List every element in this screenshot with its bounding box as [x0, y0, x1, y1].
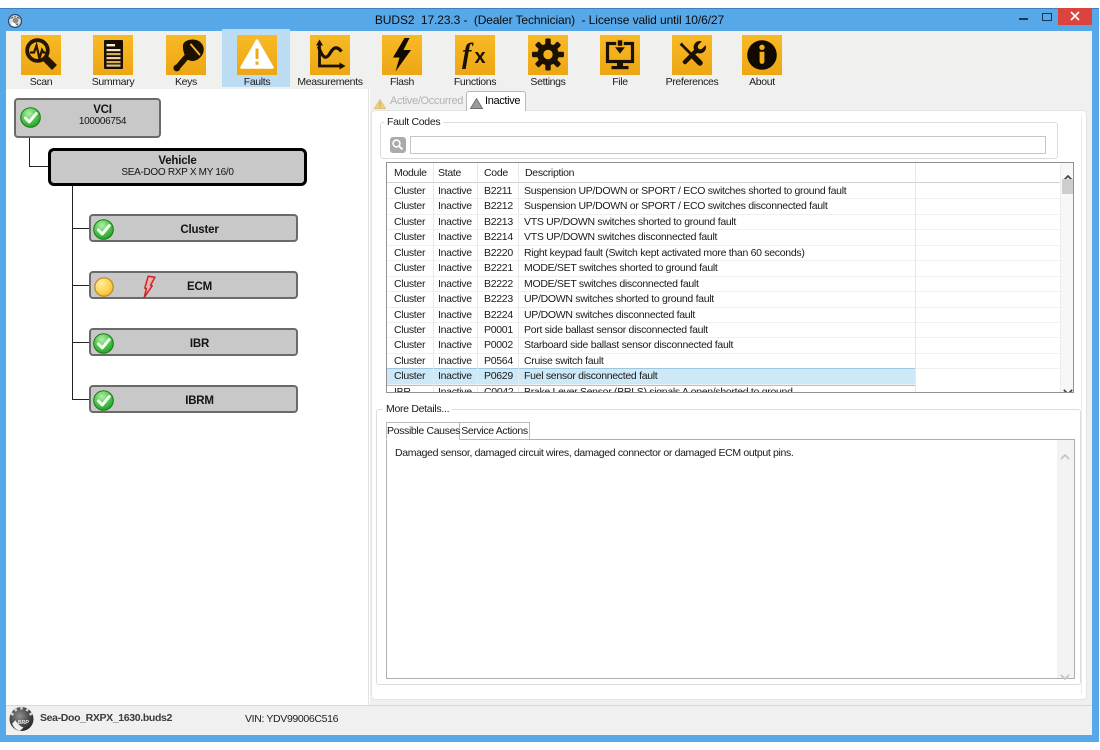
svg-text:BRP: BRP [18, 720, 30, 726]
svg-text:x: x [475, 46, 486, 68]
